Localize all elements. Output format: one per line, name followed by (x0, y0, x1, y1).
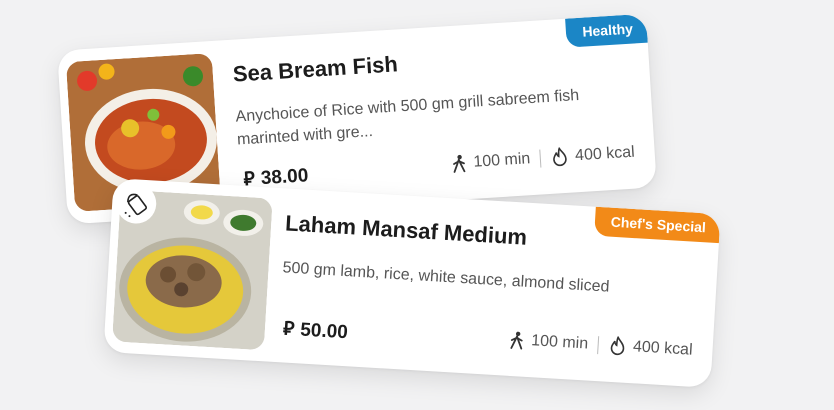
dish-title: Laham Mansaf Medium (284, 210, 528, 250)
price-value: 50.00 (299, 319, 349, 344)
prep-time: 100 min (472, 150, 531, 171)
badge-healthy: Healthy (565, 13, 648, 48)
meta-divider (539, 149, 542, 168)
dish-meta: 100 min 400 kcal (451, 143, 635, 174)
meta-divider (597, 336, 600, 355)
salt-shaker-badge (115, 182, 158, 225)
menu-card-laham-mansaf[interactable]: Laham Mansaf Medium 500 gm lamb, rice, w… (103, 178, 721, 388)
dish-price: ⃁ 50.00 (282, 316, 348, 344)
dish-description: Anychoice of Rice with 500 gm grill sabr… (235, 87, 580, 149)
walking-person-icon (509, 331, 526, 350)
badge-chefs-special: Chef's Special (593, 206, 721, 244)
calories: 400 kcal (574, 143, 636, 165)
flame-icon (551, 146, 570, 168)
price-value: 38.00 (260, 165, 309, 190)
flame-icon (608, 335, 627, 357)
salt-shaker-icon (124, 193, 148, 218)
prep-time: 100 min (530, 332, 589, 353)
dish-meta: 100 min 400 kcal (509, 330, 693, 361)
walking-person-icon (451, 154, 468, 173)
dish-description: 500 gm lamb, rice, white sauce, almond s… (282, 259, 610, 296)
dish-title: Sea Bream Fish (232, 51, 399, 87)
currency-symbol: ⃁ (282, 318, 295, 341)
calories: 400 kcal (632, 338, 694, 359)
